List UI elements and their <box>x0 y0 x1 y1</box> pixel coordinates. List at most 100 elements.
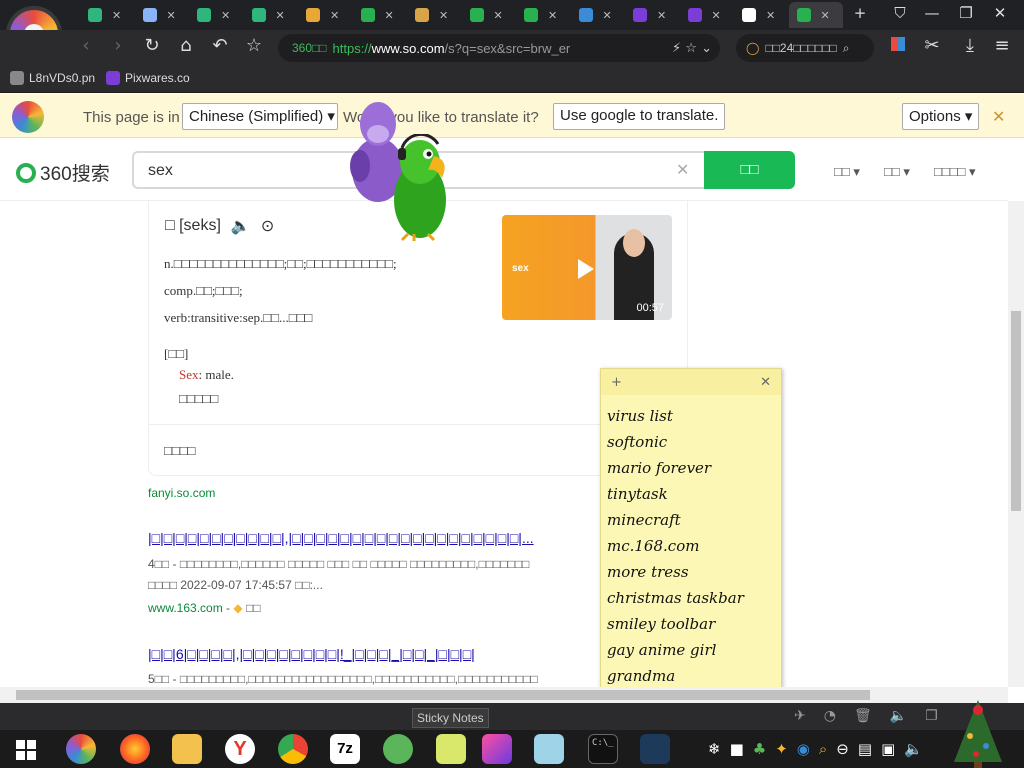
search-tray-icon[interactable]: ⌕ <box>819 740 827 758</box>
close-tab-icon[interactable]: ✕ <box>330 9 339 22</box>
horizontal-scrollbar[interactable] <box>0 687 1008 703</box>
browser-tab[interactable]: ✕ <box>135 2 189 28</box>
close-tab-icon[interactable]: ✕ <box>167 9 176 22</box>
close-tab-icon[interactable]: ✕ <box>766 9 775 22</box>
back-button[interactable]: ‹ <box>72 35 100 56</box>
sticky-titlebar[interactable]: + ✕ <box>601 369 781 395</box>
close-tab-icon[interactable]: ✕ <box>221 9 230 22</box>
browser-tab[interactable]: ✕ <box>625 2 679 28</box>
search-button[interactable]: □□ <box>704 151 795 189</box>
app-icon[interactable] <box>482 734 512 764</box>
start-button-icon[interactable] <box>16 740 36 760</box>
vertical-scrollbar[interactable] <box>1008 201 1024 687</box>
task-manager-icon[interactable] <box>640 734 670 764</box>
close-tab-icon[interactable]: ✕ <box>548 9 557 22</box>
url-actions-icons[interactable]: ⚡ ☆ ⌄ <box>672 41 712 56</box>
close-tab-icon[interactable]: ✕ <box>821 9 830 22</box>
side-search-box[interactable]: ◯ □□24□□□□□□ ⌕ <box>736 34 874 62</box>
volume-icon[interactable]: 🔈 <box>904 740 923 758</box>
close-tab-icon[interactable]: ✕ <box>494 9 503 22</box>
download-icon[interactable]: ⤓ <box>956 35 984 56</box>
trash-icon[interactable]: 🗑 <box>854 708 872 724</box>
language-select[interactable]: Chinese (Simplified) ▾ <box>182 103 338 130</box>
header-nav-item[interactable]: □□ ▾ <box>884 164 910 180</box>
forward-button[interactable]: › <box>104 35 132 56</box>
minus-icon[interactable]: ⊖ <box>836 740 849 758</box>
card-footer-link[interactable]: □□□□ <box>164 443 195 459</box>
browser-tab[interactable]: ✕ <box>298 2 352 28</box>
header-nav-item[interactable]: □□ ▾ <box>834 164 860 180</box>
browser-tab[interactable]: ✕ <box>80 2 134 28</box>
sticky-note-text[interactable]: virus list softonic mario forever tinytask m… <box>601 395 781 723</box>
globe-icon[interactable]: ◉ <box>797 740 810 758</box>
bookmark-item[interactable]: Pixwares.co <box>106 71 190 85</box>
360-browser-icon[interactable] <box>383 734 413 764</box>
terminal-icon[interactable]: C:\_ <box>588 734 618 764</box>
clear-search-icon[interactable]: ✕ <box>676 160 689 179</box>
rocket-icon[interactable]: ✈ <box>794 708 806 724</box>
video-thumbnail[interactable]: sex 00:57 <box>502 215 672 320</box>
browser-tab[interactable]: ✕ <box>516 2 570 28</box>
yandex-icon[interactable]: Y <box>225 734 255 764</box>
home-icon[interactable]: ⌂ <box>172 35 200 56</box>
close-tab-icon[interactable]: ✕ <box>657 9 666 22</box>
site-logo[interactable]: 360搜索 <box>16 159 110 186</box>
new-tab-button[interactable]: + <box>844 4 876 22</box>
chrome-icon[interactable] <box>278 734 308 764</box>
close-tab-icon[interactable]: ✕ <box>603 9 612 22</box>
tray-app-icon[interactable]: ✦ <box>775 740 788 758</box>
browser-tab[interactable]: ✕ <box>353 2 407 28</box>
result-url[interactable]: www.163.com <box>148 601 223 615</box>
bookmark-item[interactable]: L8nVDs0.pn <box>10 71 95 85</box>
browser-tab[interactable]: ✕ <box>189 2 243 28</box>
undo-icon[interactable]: ↶ <box>206 35 234 56</box>
result-title-link[interactable]: |□|□|□|□|□|□|□|□|□|□|□|,|□|□|□|□|□|□|□|□… <box>148 530 600 546</box>
window-icon[interactable]: ❐ <box>925 708 938 724</box>
browser-tab[interactable]: ✕ <box>680 2 734 28</box>
browser-tab[interactable]: ✕ <box>244 2 298 28</box>
header-nav-item[interactable]: □□□□ ▾ <box>934 164 976 180</box>
close-tab-icon[interactable]: ✕ <box>439 9 448 22</box>
file-explorer-icon[interactable] <box>172 734 202 764</box>
statusbar-icons[interactable]: ✈ ◔ 🗑 🔈 ❐ <box>794 708 938 724</box>
7zip-icon[interactable]: 7z <box>330 734 360 764</box>
system-tray[interactable]: ❄ ■ ♣ ✦ ◉ ⌕ ⊖ ▤ ▣ 🔈 <box>708 740 923 758</box>
firefox-icon[interactable] <box>120 734 150 764</box>
cut-icon[interactable]: ✂ <box>918 35 946 56</box>
more-phrases-link[interactable]: □□□□□ <box>179 391 218 407</box>
close-note-icon[interactable]: ✕ <box>760 375 771 390</box>
browser-tab[interactable]: ✕ <box>462 2 516 28</box>
restore-button[interactable]: ❐ <box>950 4 982 22</box>
sticky-notes-icon[interactable] <box>436 734 466 764</box>
close-translate-icon[interactable]: ✕ <box>992 107 1005 126</box>
minimize-button[interactable]: — <box>916 4 948 22</box>
sticky-note-window[interactable]: + ✕ virus list softonic mario forever tinyt… <box>600 368 782 726</box>
close-tab-icon[interactable]: ✕ <box>276 9 285 22</box>
reload-icon[interactable]: ↻ <box>138 35 166 56</box>
green-parrot-mascot[interactable] <box>384 134 456 242</box>
favorite-star-icon[interactable]: ☆ <box>240 35 268 56</box>
apps-grid-icon[interactable] <box>884 35 912 56</box>
scroll-thumb[interactable] <box>1011 311 1021 511</box>
sound-icon[interactable]: 🔈 <box>890 708 907 724</box>
search-icon[interactable]: ⌕ <box>843 41 850 56</box>
browser-taskbar-icon[interactable] <box>66 734 96 764</box>
browser-tab[interactable]: ✕ <box>571 2 625 28</box>
scroll-thumb[interactable] <box>16 690 870 700</box>
close-tab-icon[interactable]: ✕ <box>712 9 721 22</box>
menu-icon[interactable]: ≡ <box>988 35 1016 56</box>
options-button[interactable]: Options ▾ <box>902 103 980 130</box>
close-tab-icon[interactable]: ✕ <box>385 9 394 22</box>
speed-icon[interactable]: ◔ <box>824 708 836 724</box>
network-icon[interactable]: ▣ <box>881 740 895 758</box>
browser-tab[interactable]: ✕ <box>788 2 843 28</box>
app-icon[interactable] <box>534 734 564 764</box>
square-icon[interactable]: ■ <box>730 740 744 758</box>
address-bar[interactable]: 360□□ https:// www.so.com /s?q=sex&src=b… <box>278 34 720 62</box>
printer-icon[interactable]: ▤ <box>858 740 872 758</box>
close-window-button[interactable]: ✕ <box>984 4 1016 22</box>
add-note-icon[interactable]: + <box>611 375 622 390</box>
snowflake-icon[interactable]: ❄ <box>708 740 721 758</box>
browser-tab[interactable]: ✕ <box>407 2 461 28</box>
result-source[interactable]: fanyi.so.com <box>148 486 215 500</box>
